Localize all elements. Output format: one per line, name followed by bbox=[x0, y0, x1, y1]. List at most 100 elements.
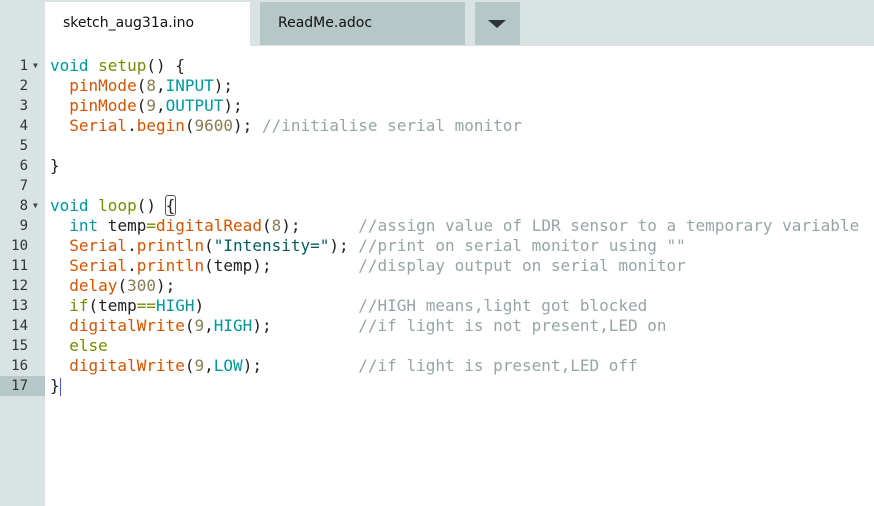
code-text: void loop() { bbox=[50, 195, 177, 216]
code-editor[interactable]: 1 ▼ void setup() {2 pinMode(8,INPUT); 3 pin… bbox=[0, 56, 874, 396]
token-cst: INPUT bbox=[165, 76, 214, 95]
token-pl: . bbox=[127, 256, 137, 275]
token-num: 9 bbox=[194, 316, 205, 335]
token-cst: HIGH bbox=[155, 296, 195, 315]
token-num: 9600 bbox=[194, 116, 234, 135]
code-line[interactable]: 13 if(temp==HIGH) //HIGH means,light got… bbox=[0, 296, 874, 316]
line-number: 13 bbox=[11, 298, 28, 314]
code-line[interactable]: 6} bbox=[0, 156, 874, 176]
tab-sketch[interactable]: sketch_aug31a.ino bbox=[45, 2, 250, 46]
token-pl: , bbox=[155, 96, 166, 115]
code-line[interactable]: 8 ▼ void loop() { bbox=[0, 195, 874, 216]
token-num: 9 bbox=[146, 96, 156, 115]
token-pl: ( bbox=[184, 116, 195, 135]
token-cmt: //initialise serial monitor bbox=[261, 116, 523, 135]
token-ctl: setup bbox=[98, 56, 147, 75]
token-pl: ); bbox=[155, 276, 176, 295]
code-text: digitalWrite(9,LOW); //if light is prese… bbox=[50, 356, 637, 376]
code-line[interactable]: 12 delay(300); bbox=[0, 276, 874, 296]
token-num: 9 bbox=[194, 356, 205, 375]
code-line[interactable]: 10 Serial.println("Intensity="); //print… bbox=[0, 236, 874, 256]
token-fn: delay bbox=[69, 276, 118, 295]
code-line[interactable]: 5 bbox=[0, 136, 874, 156]
token-cmt: //print on serial monitor using "" bbox=[358, 236, 686, 255]
line-number: 2 bbox=[19, 78, 28, 94]
token-num: 300 bbox=[127, 276, 156, 295]
token-fn: println bbox=[136, 236, 205, 255]
token-fn: digitalWrite bbox=[69, 316, 185, 335]
code-text: void setup() { bbox=[50, 56, 185, 76]
code-text: else bbox=[50, 336, 108, 356]
token-pl: ); bbox=[213, 76, 234, 95]
code-line[interactable]: 16 digitalWrite(9,LOW); //if light is pr… bbox=[0, 356, 874, 376]
line-number: 11 bbox=[11, 258, 28, 274]
token-fn: println bbox=[136, 256, 205, 275]
tab-readme[interactable]: ReadMe.adoc bbox=[260, 2, 465, 45]
token-pl: ( bbox=[117, 276, 128, 295]
token-pl: , bbox=[204, 316, 214, 335]
code-text: } bbox=[50, 376, 61, 396]
text-cursor bbox=[59, 377, 61, 396]
token-pl: ); bbox=[252, 316, 359, 335]
line-number: 3 bbox=[19, 98, 28, 114]
code-line[interactable]: 14 digitalWrite(9,HIGH); //if light is n… bbox=[0, 316, 874, 336]
code-line[interactable]: 4 Serial.begin(9600); //initialise seria… bbox=[0, 116, 874, 136]
code-line[interactable]: 3 pinMode(9,OUTPUT); bbox=[0, 96, 874, 116]
code-text: pinMode(9,OUTPUT); bbox=[50, 96, 242, 116]
code-line[interactable]: 15 else bbox=[0, 336, 874, 356]
code-text: digitalWrite(9,HIGH); //if light is not … bbox=[50, 316, 667, 336]
token-pl: ); bbox=[242, 356, 359, 375]
token-pl: ( bbox=[184, 316, 195, 335]
fold-arrow-icon[interactable]: ▼ bbox=[33, 56, 38, 76]
token-pl: } bbox=[50, 156, 60, 175]
fold-arrow-icon[interactable]: ▼ bbox=[33, 196, 38, 216]
code-line[interactable]: 11 Serial.println(temp); //display outpu… bbox=[0, 256, 874, 276]
code-line[interactable]: 2 pinMode(8,INPUT); bbox=[0, 76, 874, 96]
token-ctl: if bbox=[69, 296, 89, 315]
token-cst: LOW bbox=[213, 356, 243, 375]
token-op: = bbox=[146, 216, 156, 235]
line-number: 1 bbox=[19, 58, 28, 74]
token-pl: temp bbox=[98, 216, 147, 235]
tab-menu-button[interactable] bbox=[475, 2, 520, 45]
token-pl: () { bbox=[146, 56, 185, 75]
code-text: int temp=digitalRead(8); //assign value … bbox=[50, 216, 859, 236]
token-fn: digitalWrite bbox=[69, 356, 185, 375]
line-number: 14 bbox=[11, 318, 28, 334]
token-pl: (temp bbox=[88, 296, 137, 315]
token-pl: ( bbox=[184, 356, 195, 375]
token-pl: , bbox=[204, 356, 214, 375]
token-pl: (temp); bbox=[204, 256, 359, 275]
code-line[interactable]: 7 bbox=[0, 176, 874, 196]
code-text: delay(300); bbox=[50, 276, 175, 296]
token-kw: int bbox=[69, 216, 99, 235]
code-line[interactable]: 1 ▼ void setup() { bbox=[0, 56, 874, 76]
token-cmt: //assign value of LDR sensor to a tempor… bbox=[358, 216, 860, 235]
token-kw: void bbox=[50, 56, 89, 75]
token-pl: } bbox=[50, 376, 60, 395]
token-pl: ) bbox=[194, 296, 359, 315]
line-number: 16 bbox=[11, 358, 28, 374]
code-text: } bbox=[50, 156, 60, 176]
code-line[interactable]: 17} bbox=[0, 376, 874, 396]
token-pl: . bbox=[127, 236, 137, 255]
token-cmt: //HIGH means,light got blocked bbox=[358, 296, 648, 315]
token-cmt: //if light is not present,LED on bbox=[358, 316, 667, 335]
line-number: 9 bbox=[19, 218, 28, 234]
token-pl: ( bbox=[136, 76, 147, 95]
token-num: 8 bbox=[146, 76, 156, 95]
token-pl: , bbox=[155, 76, 166, 95]
line-number: 6 bbox=[19, 158, 28, 174]
code-line[interactable]: 9 int temp=digitalRead(8); //assign valu… bbox=[0, 216, 874, 236]
